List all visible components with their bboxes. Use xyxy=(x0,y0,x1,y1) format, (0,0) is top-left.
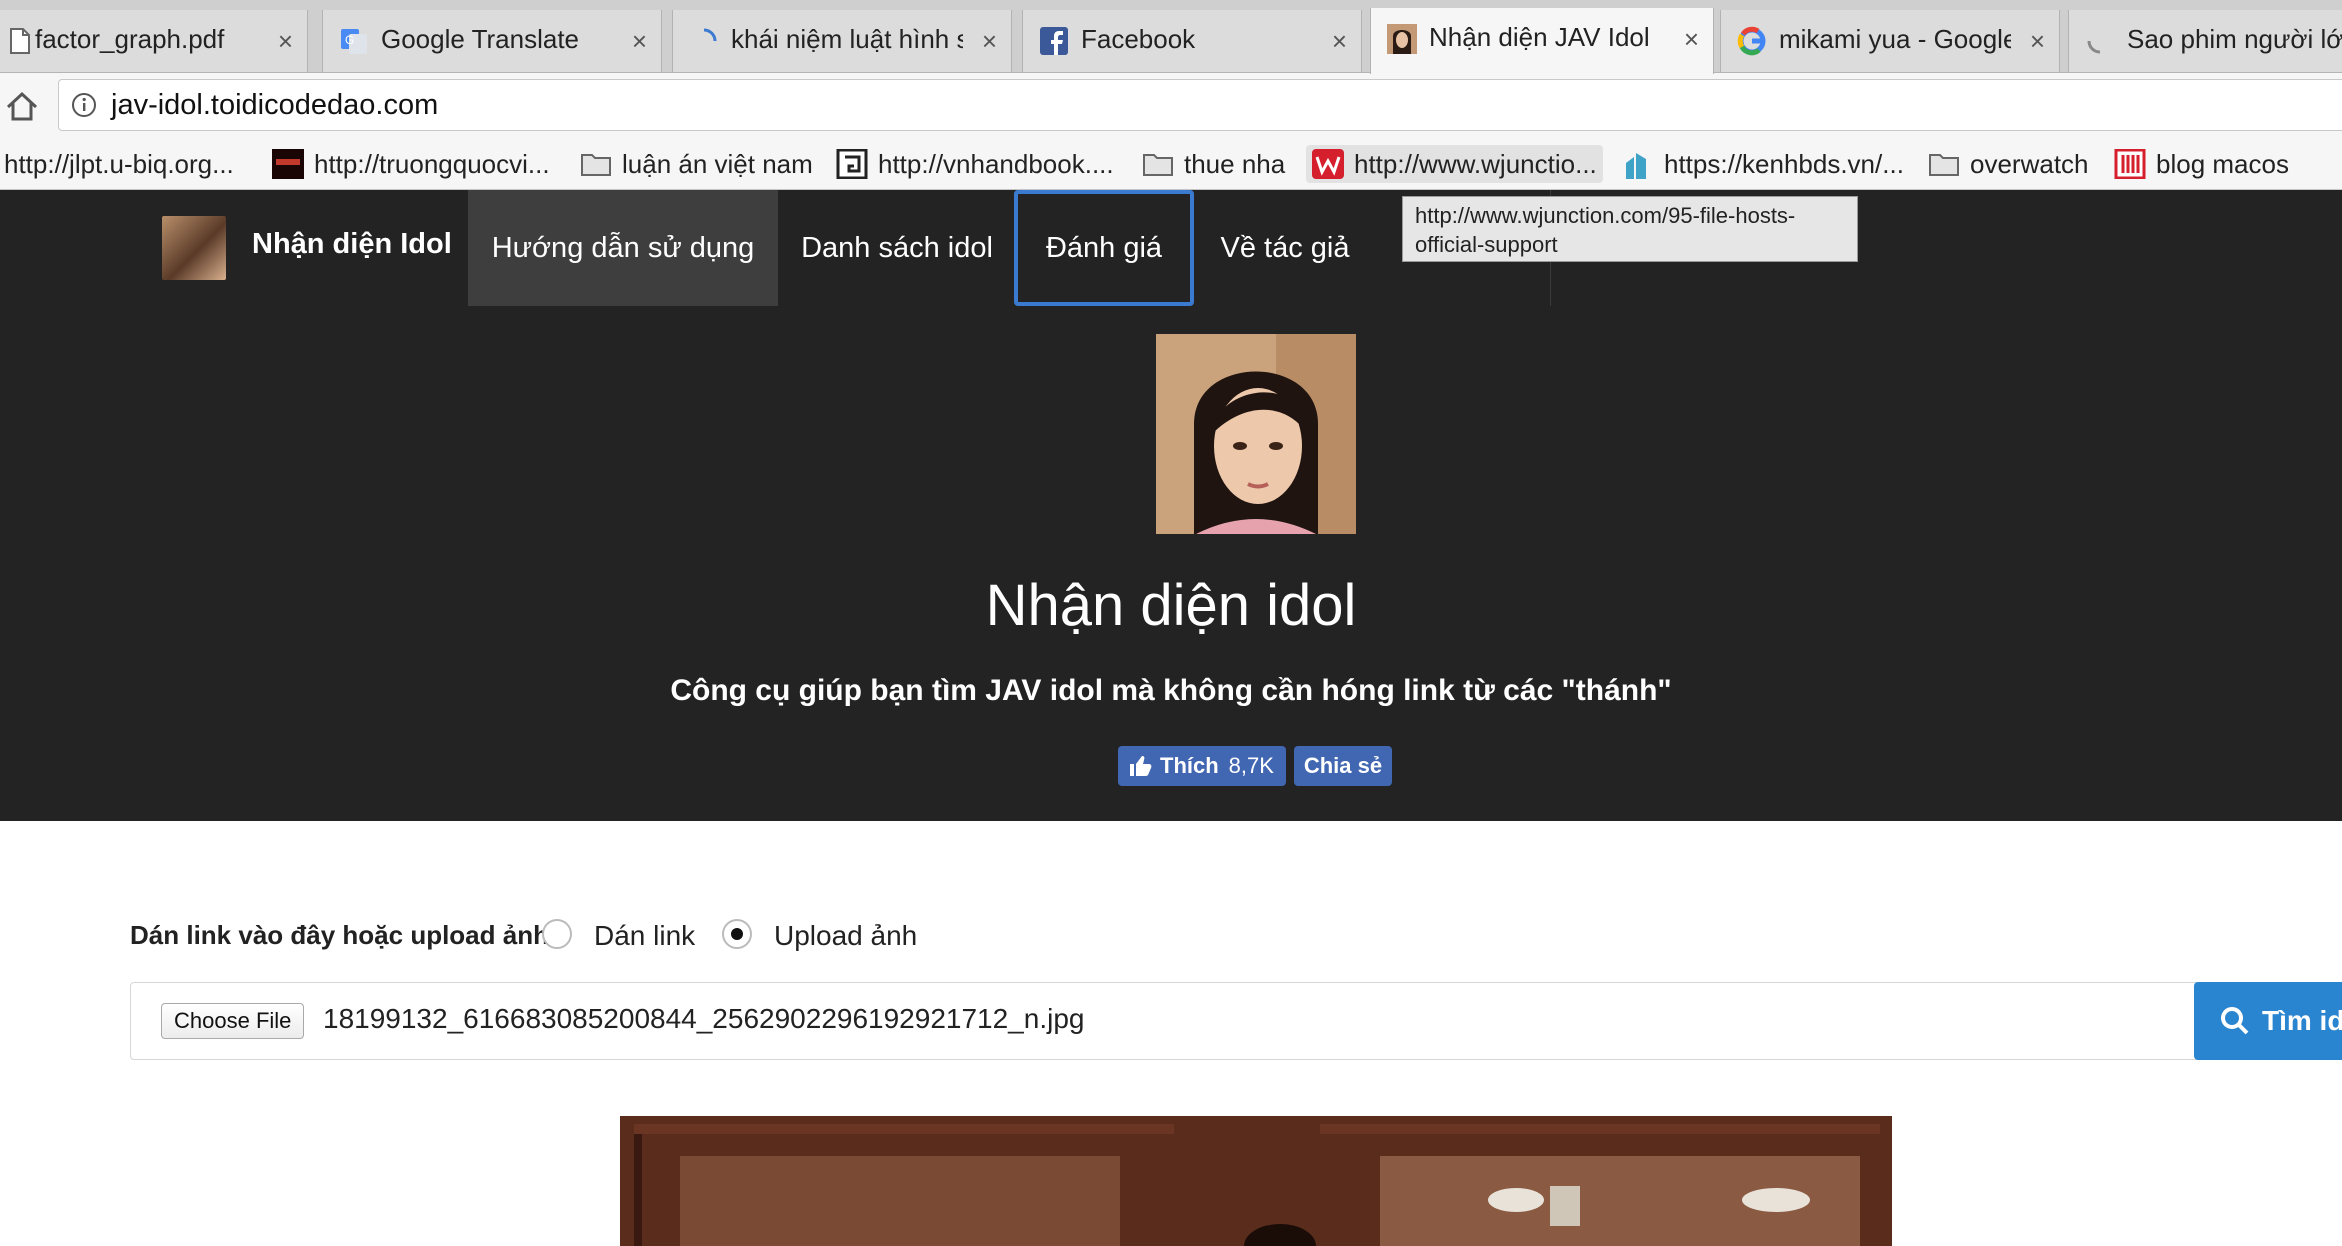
home-icon[interactable] xyxy=(4,89,40,125)
bookmark-label: http://www.wjunctio... xyxy=(1354,148,1597,179)
bookmark-luan-an-viet-nam[interactable]: luận án việt nam xyxy=(580,145,813,183)
like-count: 8,7K xyxy=(1228,753,1274,778)
like-label: Thích xyxy=(1160,753,1219,778)
nav-huong-dan-su-dung[interactable]: Hướng dẫn sử dụng xyxy=(468,190,778,306)
tab-title: Google Translate xyxy=(381,24,580,54)
folder-icon xyxy=(1929,154,1959,176)
nav-label: Đánh giá xyxy=(1045,231,1163,264)
close-icon[interactable]: × xyxy=(278,26,293,56)
nav-label: Danh sách idol xyxy=(801,231,993,264)
document-icon xyxy=(10,28,30,54)
uploaded-image-preview xyxy=(620,1116,1892,1246)
tooltip-line: official-support xyxy=(1415,232,1558,257)
bookmark-label: https://kenhbds.vn/... xyxy=(1664,148,1904,179)
building-favicon xyxy=(1626,153,1646,179)
tab-title: Sao phim người lớn xyxy=(2127,24,2342,54)
choose-file-label: Choose File xyxy=(174,1008,292,1033)
bookmark-truongquocvi[interactable]: http://truongquocvi... xyxy=(272,145,550,183)
tab-nhan-dien-jav-idol[interactable]: Nhận diện JAV Idol × xyxy=(1370,8,1714,74)
radio-upload-anh[interactable] xyxy=(722,919,752,949)
tab-facebook[interactable]: Facebook × xyxy=(1022,10,1362,72)
bookmark-wjunction[interactable]: http://www.wjunctio... xyxy=(1306,145,1603,183)
site-logo[interactable] xyxy=(162,216,226,280)
search-label: Tìm idol xyxy=(2262,1005,2342,1036)
tab-mikami-yua-google[interactable]: mikami yua - Google × xyxy=(1720,10,2060,72)
choose-file-button[interactable]: Choose File xyxy=(161,1003,305,1039)
nav-danh-sach-idol[interactable]: Danh sách idol xyxy=(778,190,1016,306)
bookmark-blog-macos[interactable]: blog macos xyxy=(2114,145,2289,183)
bookmark-label: luận án việt nam xyxy=(622,148,813,179)
bookmark-label: http://jlpt.u-biq.org... xyxy=(4,148,234,179)
site-favicon xyxy=(2114,149,2146,179)
nav-label: Về tác giả xyxy=(1220,231,1350,264)
search-icon xyxy=(2221,1007,2249,1035)
input-mode-label: Dán link vào đây hoặc upload ảnh xyxy=(130,920,549,950)
nav-label: Hướng dẫn sử dụng xyxy=(491,231,755,264)
google-translate-icon: G xyxy=(341,29,367,54)
browser-toolbar: jav-idol.toidicodedao.com xyxy=(0,73,2342,139)
loading-spinner-icon xyxy=(703,28,717,42)
page-header: Nhận diện Idol Hướng dẫn sử dụng Danh sá… xyxy=(0,190,2342,821)
nav-danh-gia[interactable]: Đánh giá xyxy=(1014,190,1194,306)
tab-strip: factor_graph.pdf × G Google Translate × … xyxy=(0,0,2342,74)
close-icon[interactable]: × xyxy=(1332,26,1347,56)
page-title: Nhận diện idol xyxy=(985,573,1357,638)
w-favicon xyxy=(1312,149,1344,179)
tab-factor-graph[interactable]: factor_graph.pdf × xyxy=(0,10,308,72)
tab-title: mikami yua - Google xyxy=(1779,24,2011,54)
address-bar[interactable]: jav-idol.toidicodedao.com xyxy=(58,79,2342,131)
facebook-share-button[interactable]: Chia sẻ xyxy=(1294,746,1392,786)
nav-ve-tac-gia[interactable]: Về tác giả xyxy=(1196,190,1374,306)
close-icon[interactable]: × xyxy=(2030,26,2045,56)
tab-luat-hinh-su[interactable]: khái niệm luật hình sự × xyxy=(672,10,1012,72)
bookmark-label: overwatch xyxy=(1970,148,2089,179)
bookmark-overwatch[interactable]: overwatch xyxy=(1928,145,2089,183)
tab-title: factor_graph.pdf xyxy=(35,24,225,54)
idol-favicon xyxy=(1387,24,1417,54)
loading-spinner-icon xyxy=(2087,40,2101,54)
info-icon[interactable] xyxy=(71,92,97,118)
site-brand[interactable]: Nhận diện Idol xyxy=(252,228,452,261)
facebook-icon xyxy=(1040,27,1068,55)
radio-upload-anh-label[interactable]: Upload ảnh xyxy=(774,920,917,952)
tab-sao-phim[interactable]: Sao phim người lớn xyxy=(2068,10,2342,72)
file-input[interactable]: Choose File 18199132_616683085200844_256… xyxy=(130,982,2342,1060)
bookmark-thue-nha[interactable]: thue nha xyxy=(1142,145,1285,183)
bookmark-kenhbds[interactable]: https://kenhbds.vn/... xyxy=(1622,145,1904,183)
bookmark-label: http://truongquocvi... xyxy=(314,148,550,179)
tab-google-translate[interactable]: G Google Translate × xyxy=(322,10,662,72)
idol-avatar-photo xyxy=(1156,334,1356,534)
folder-icon xyxy=(1143,154,1173,176)
bookmark-jlpt[interactable]: http://jlpt.u-biq.org... xyxy=(4,145,234,183)
share-label: Chia sẻ xyxy=(1303,753,1383,778)
radio-dan-link-label[interactable]: Dán link xyxy=(594,920,695,952)
url-text: jav-idol.toidicodedao.com xyxy=(111,89,439,121)
bookmark-label: thue nha xyxy=(1184,148,1286,179)
tab-title: khái niệm luật hình sự xyxy=(731,24,963,54)
site-favicon xyxy=(836,149,868,179)
tooltip-line: http://www.wjunction.com/95-file-hosts- xyxy=(1415,203,1796,228)
bookmark-label: blog macos xyxy=(2156,148,2289,179)
search-idol-button[interactable]: Tìm idol xyxy=(2194,982,2342,1060)
close-icon[interactable]: × xyxy=(632,26,647,56)
site-favicon xyxy=(272,149,304,179)
facebook-like-button[interactable]: Thích 8,7K xyxy=(1118,746,1286,786)
bookmark-label: http://vnhandbook.... xyxy=(878,148,1114,179)
bookmark-vnhandbook[interactable]: http://vnhandbook.... xyxy=(836,145,1114,183)
thumbs-up-icon xyxy=(1130,756,1152,776)
svg-text:G: G xyxy=(345,33,354,47)
folder-icon xyxy=(581,154,611,176)
radio-dan-link[interactable] xyxy=(542,919,572,949)
page-subtitle: Công cụ giúp bạn tìm JAV idol mà không c… xyxy=(670,674,1672,707)
close-icon[interactable]: × xyxy=(982,26,997,56)
tab-title: Nhận diện JAV Idol xyxy=(1429,22,1650,52)
bookmarks-bar: http://jlpt.u-biq.org... http://truongqu… xyxy=(0,139,2342,190)
tab-title: Facebook xyxy=(1081,24,1196,54)
selected-file-name: 18199132_616683085200844_256290229619292… xyxy=(323,1003,1085,1034)
link-tooltip: http://www.wjunction.com/95-file-hosts- … xyxy=(1402,196,1858,262)
close-icon[interactable]: × xyxy=(1684,24,1699,54)
google-icon xyxy=(1737,26,1766,56)
